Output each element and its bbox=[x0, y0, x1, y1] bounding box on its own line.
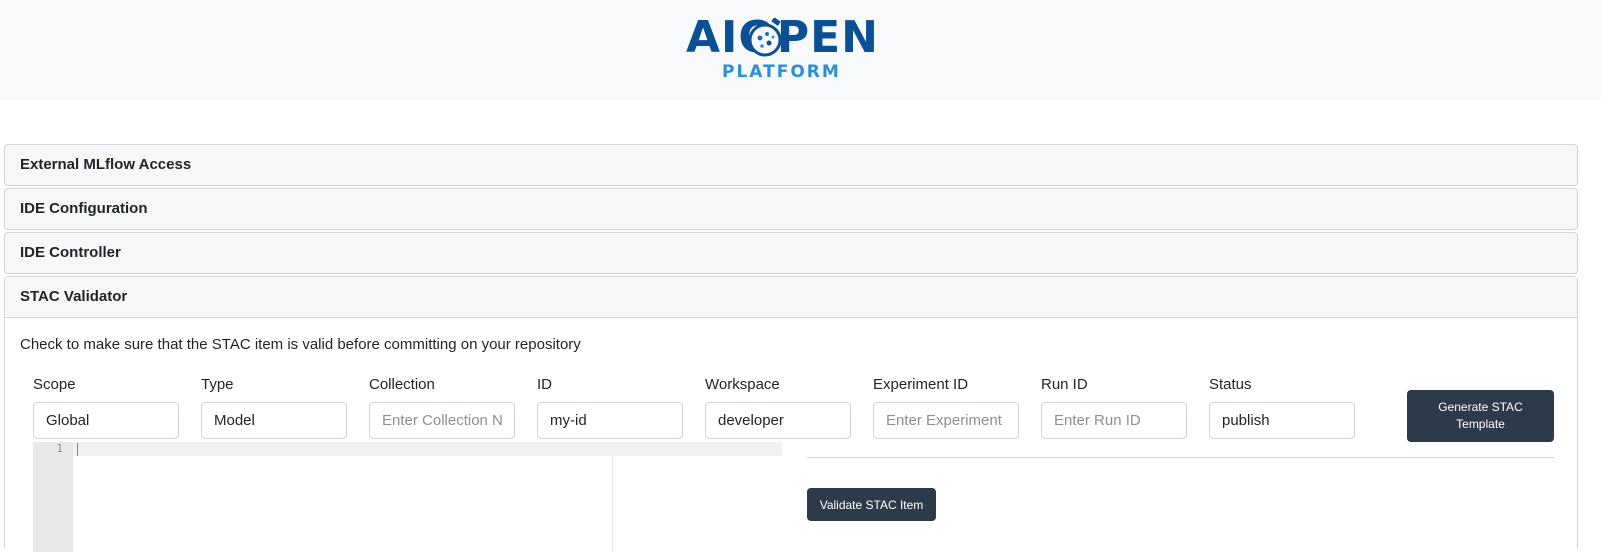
collection-input[interactable] bbox=[369, 402, 515, 439]
accordion-item-ide-configuration: IDE Configuration bbox=[4, 188, 1578, 230]
scope-input[interactable] bbox=[33, 402, 179, 439]
editor-print-margin bbox=[612, 456, 613, 552]
satellite-globe-icon bbox=[748, 18, 782, 57]
accordion-item-mlflow: External MLflow Access bbox=[4, 144, 1578, 186]
type-field: Type bbox=[201, 376, 347, 439]
run-id-label: Run ID bbox=[1041, 376, 1088, 393]
aiopen-logo: AIOPEN PLATFORM bbox=[686, 10, 886, 83]
id-field: ID bbox=[537, 376, 683, 439]
accordion-header-mlflow[interactable]: External MLflow Access bbox=[5, 145, 1577, 185]
id-label: ID bbox=[537, 376, 552, 393]
run-id-input[interactable] bbox=[1041, 402, 1187, 439]
stac-code-editor[interactable]: 1 bbox=[33, 442, 782, 552]
collection-label: Collection bbox=[369, 376, 435, 393]
stac-description: Check to make sure that the STAC item is… bbox=[20, 336, 581, 353]
experiment-id-field: Experiment ID bbox=[873, 376, 1019, 439]
type-label: Type bbox=[201, 376, 234, 393]
settings-accordion: External MLflow Access IDE Configuration… bbox=[4, 144, 1578, 552]
stac-validator-panel: Check to make sure that the STAC item is… bbox=[5, 318, 1577, 552]
logo-text-sub: PLATFORM bbox=[722, 62, 841, 82]
experiment-id-input[interactable] bbox=[873, 402, 1019, 439]
scope-field: Scope bbox=[33, 376, 179, 439]
editor-gutter: 1 bbox=[33, 442, 73, 552]
collection-field: Collection bbox=[369, 376, 515, 439]
accordion-item-stac-validator: STAC Validator Check to make sure that t… bbox=[4, 276, 1578, 552]
workspace-field: Workspace bbox=[705, 376, 851, 439]
accordion-header-ide-controller[interactable]: IDE Controller bbox=[5, 233, 1577, 273]
workspace-label: Workspace bbox=[705, 376, 780, 393]
generate-stac-template-button[interactable]: Generate STAC Template bbox=[1407, 390, 1554, 442]
editor-cursor bbox=[77, 443, 78, 456]
type-input[interactable] bbox=[201, 402, 347, 439]
page-header: AIOPEN PLATFORM bbox=[0, 0, 1601, 100]
accordion-header-stac-validator[interactable]: STAC Validator bbox=[5, 277, 1577, 318]
status-label: Status bbox=[1209, 376, 1252, 393]
accordion-item-ide-controller: IDE Controller bbox=[4, 232, 1578, 274]
validate-stac-item-button[interactable]: Validate STAC Item bbox=[807, 488, 936, 521]
experiment-id-label: Experiment ID bbox=[873, 376, 969, 393]
line-number: 1 bbox=[56, 442, 63, 455]
scope-label: Scope bbox=[33, 376, 76, 393]
run-id-field: Run ID bbox=[1041, 376, 1187, 439]
editor-active-line bbox=[73, 442, 782, 456]
accordion-header-ide-configuration[interactable]: IDE Configuration bbox=[5, 189, 1577, 229]
id-input[interactable] bbox=[537, 402, 683, 439]
status-field: Status bbox=[1209, 376, 1355, 439]
workspace-input[interactable] bbox=[705, 402, 851, 439]
status-input[interactable] bbox=[1209, 402, 1355, 439]
result-divider bbox=[807, 457, 1554, 458]
